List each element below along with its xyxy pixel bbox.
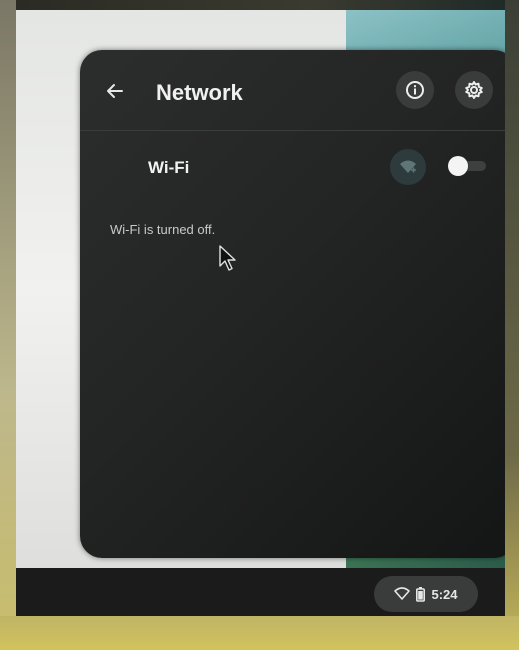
info-icon: [406, 81, 424, 99]
screen: Network Wi-Fi Wi-Fi is turned off. 5:24: [16, 10, 505, 616]
mouse-cursor-icon: [219, 245, 236, 271]
toggle-thumb: [448, 156, 468, 176]
clock-time: 5:24: [431, 586, 458, 602]
wifi-label: Wi-Fi: [148, 158, 190, 177]
battery-icon: [416, 586, 426, 602]
add-network-button[interactable]: [390, 149, 426, 185]
wifi-icon: [394, 587, 411, 600]
network-panel: Network Wi-Fi Wi-Fi is turned off.: [80, 50, 505, 558]
bezel-left: [0, 0, 16, 650]
bezel-right: [505, 0, 519, 650]
panel-header: Network: [80, 50, 505, 131]
wifi-status-text: Wi-Fi is turned off.: [110, 222, 216, 237]
back-button[interactable]: [102, 78, 128, 104]
settings-button[interactable]: [455, 71, 493, 109]
wifi-add-icon: [400, 160, 416, 173]
wifi-toggle[interactable]: [448, 156, 488, 176]
info-button[interactable]: [396, 71, 434, 109]
wifi-row: Wi-Fi: [80, 144, 505, 192]
gear-icon: [465, 81, 483, 99]
system-tray[interactable]: 5:24: [374, 576, 478, 612]
page-title: Network: [156, 80, 243, 105]
bezel-bottom: [0, 616, 519, 650]
arrow-left-icon: [107, 84, 123, 98]
